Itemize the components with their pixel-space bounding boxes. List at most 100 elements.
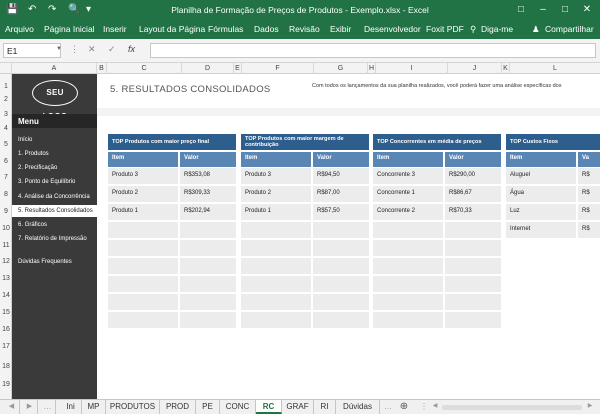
table-cell[interactable] (241, 276, 311, 293)
scroll-tabs-right-icon[interactable]: ▶ (22, 400, 38, 414)
table-cell[interactable] (241, 312, 311, 329)
scroll-tabs-left-icon[interactable]: ◀ (4, 400, 20, 414)
new-sheet-icon[interactable]: ⊕ (396, 400, 412, 414)
column-header-f[interactable]: F (242, 63, 314, 74)
row-header[interactable]: 6 (0, 158, 12, 165)
table-cell[interactable] (373, 312, 443, 329)
tab-pagina-inicial[interactable]: Página Inicial (44, 24, 95, 34)
table-cell[interactable]: Aluguel (506, 168, 576, 185)
tab-ini[interactable]: Ini (60, 400, 82, 414)
share-button[interactable]: Compartilhar (545, 24, 594, 34)
column-header-k[interactable]: K (502, 63, 510, 74)
row-header[interactable]: 16 (0, 326, 12, 333)
table-cell[interactable]: Produto 2 (108, 186, 178, 203)
table-cell[interactable]: Produto 3 (241, 168, 311, 185)
table-cell[interactable]: R$87,00 (313, 186, 369, 203)
tab-prod[interactable]: PROD (160, 400, 196, 414)
row-header[interactable]: 10 (0, 225, 12, 232)
row-header[interactable]: 13 (0, 275, 12, 282)
tab-revisao[interactable]: Revisão (289, 24, 320, 34)
tab-formulas[interactable]: Fórmulas (208, 24, 243, 34)
table-cell[interactable] (241, 258, 311, 275)
table-cell[interactable] (108, 276, 178, 293)
tab-duvidas[interactable]: Dúvidas (336, 400, 380, 414)
table-cell[interactable] (445, 258, 501, 275)
column-header-c[interactable]: C (107, 63, 182, 74)
row-header[interactable]: 4 (0, 125, 12, 132)
row-header[interactable]: 8 (0, 191, 12, 198)
tabs-splitter-icon[interactable]: ⋮ (418, 400, 430, 414)
table-cell[interactable]: Produto 3 (108, 168, 178, 185)
table-cell[interactable]: Luz (506, 204, 576, 221)
column-header-i[interactable]: I (376, 63, 448, 74)
table-cell[interactable] (313, 276, 369, 293)
table-cell[interactable] (313, 312, 369, 329)
table-cell[interactable] (373, 258, 443, 275)
table-cell[interactable]: Concorrente 1 (373, 186, 443, 203)
table-cell[interactable]: R$86,67 (445, 186, 501, 203)
enter-icon[interactable]: ✓ (108, 44, 116, 55)
row-header[interactable]: 7 (0, 174, 12, 181)
tab-foxit-pdf[interactable]: Foxit PDF (426, 24, 464, 34)
table-cell[interactable] (108, 294, 178, 311)
scroll-right-icon[interactable]: ▶ (584, 400, 596, 414)
table-cell[interactable]: Água (506, 186, 576, 203)
table-cell[interactable]: R$57,50 (313, 204, 369, 221)
table-cell[interactable]: Produto 1 (108, 204, 178, 221)
table-cell[interactable] (241, 240, 311, 257)
name-box[interactable]: E1 (3, 43, 61, 58)
tab-dados[interactable]: Dados (254, 24, 279, 34)
close-icon[interactable]: ✕ (576, 2, 598, 18)
table-cell[interactable]: R$202,94 (180, 204, 236, 221)
row-header[interactable]: 1 (0, 83, 12, 90)
table-cell[interactable] (180, 240, 236, 257)
table-cell[interactable] (445, 294, 501, 311)
table-cell[interactable]: Produto 1 (241, 204, 311, 221)
sidebar-item-resultados-consolidados[interactable]: 5. Resultados Consolidados (12, 205, 97, 217)
table-cell[interactable] (241, 294, 311, 311)
table-cell[interactable] (180, 294, 236, 311)
tab-exibir[interactable]: Exibir (330, 24, 351, 34)
table-cell[interactable] (180, 276, 236, 293)
column-header-b[interactable]: B (97, 63, 107, 74)
minimize-icon[interactable]: – (532, 2, 554, 18)
table-cell[interactable] (445, 222, 501, 239)
table-cell[interactable]: R$ (578, 222, 600, 239)
table-cell[interactable] (313, 258, 369, 275)
row-header[interactable]: 11 (0, 242, 12, 249)
insert-function-icon[interactable]: fx (128, 44, 135, 54)
tab-produtos[interactable]: PRODUTOS (106, 400, 160, 414)
table-cell[interactable]: Internet (506, 222, 576, 239)
name-box-dropdown-icon[interactable]: ▼ (56, 46, 62, 52)
table-cell[interactable] (313, 240, 369, 257)
horizontal-scrollbar[interactable] (442, 405, 582, 410)
table-cell[interactable]: R$353,08 (180, 168, 236, 185)
table-cell[interactable]: R$309,33 (180, 186, 236, 203)
more-tabs-left-icon[interactable]: … (40, 400, 56, 414)
row-header[interactable]: 14 (0, 292, 12, 299)
sidebar-item-ponto-equilibrio[interactable]: 3. Ponto de Equilíbrio (12, 176, 97, 188)
tab-layout-da-pagina[interactable]: Layout da Página (139, 24, 205, 34)
table-cell[interactable] (108, 258, 178, 275)
tab-desenvolvedor[interactable]: Desenvolvedor (364, 24, 421, 34)
maximize-icon[interactable]: □ (554, 2, 576, 18)
table-cell[interactable]: R$ (578, 168, 600, 185)
sidebar-item-produtos[interactable]: 1. Produtos (12, 148, 97, 160)
row-header[interactable]: 12 (0, 258, 12, 265)
table-cell[interactable]: R$ (578, 186, 600, 203)
row-header[interactable]: 19 (0, 381, 12, 388)
tab-pe[interactable]: PE (196, 400, 220, 414)
table-cell[interactable] (373, 222, 443, 239)
table-cell[interactable]: R$70,33 (445, 204, 501, 221)
table-cell[interactable] (180, 312, 236, 329)
table-cell[interactable]: Produto 2 (241, 186, 311, 203)
ribbon-options-icon[interactable]: □ (510, 2, 532, 18)
table-cell[interactable]: Concorrente 2 (373, 204, 443, 221)
table-cell[interactable] (445, 276, 501, 293)
row-header[interactable]: 3 (0, 111, 12, 118)
sidebar-item-duvidas-frequentes[interactable]: Dúvidas Frequentes (12, 256, 97, 268)
row-header[interactable]: 2 (0, 96, 12, 103)
row-header[interactable]: 5 (0, 141, 12, 148)
tell-me-search[interactable]: Diga-me (481, 24, 513, 34)
table-cell[interactable] (313, 222, 369, 239)
